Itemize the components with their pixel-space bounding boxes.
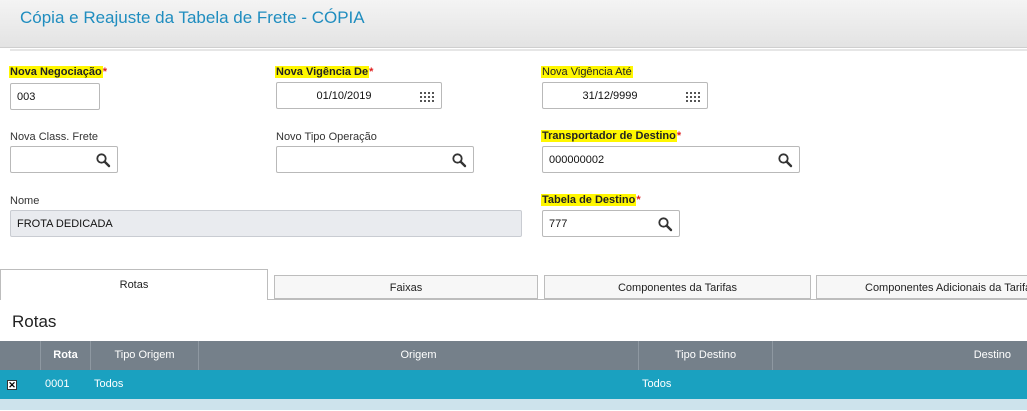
column-origem[interactable]: Origem	[199, 341, 639, 370]
search-icon[interactable]	[777, 152, 793, 168]
nova-class-frete-field[interactable]	[10, 146, 118, 173]
nova-vigencia-de-label: Nova Vigência De*	[275, 66, 374, 78]
cell-tipo-destino: Todos	[642, 378, 672, 390]
tabela-destino-field[interactable]: 777	[542, 210, 680, 237]
tab-componentes-tarifas[interactable]: Componentes da Tarifas	[544, 275, 811, 299]
cell-rota: 0001	[45, 378, 70, 390]
search-icon[interactable]	[657, 216, 673, 232]
nova-negociacao-label: Nova Negociação*	[9, 66, 107, 78]
search-icon[interactable]	[451, 152, 467, 168]
transportador-destino-field[interactable]: 000000002	[542, 146, 800, 173]
transportador-destino-label: Transportador de Destino*	[541, 130, 682, 142]
column-tipo-origem[interactable]: Tipo Origem	[91, 341, 199, 370]
column-tipo-destino[interactable]: Tipo Destino	[639, 341, 773, 370]
nova-class-frete-label: Nova Class. Frete	[10, 131, 99, 143]
rotas-title: Rotas	[12, 312, 57, 331]
table-row-empty	[0, 399, 1027, 410]
nova-vigencia-ate-label: Nova Vigência Até	[541, 66, 633, 78]
tab-rotas[interactable]: Rotas	[0, 269, 268, 300]
table-row[interactable]: ✕ 0001 Todos Todos	[0, 370, 1027, 399]
tab-componentes-adicionais[interactable]: Componentes Adicionais da Tarifa	[816, 275, 1027, 299]
search-icon[interactable]	[95, 152, 111, 168]
nome-field: FROTA DEDICADA	[10, 210, 522, 237]
cell-tipo-origem: Todos	[94, 378, 124, 390]
tab-faixas[interactable]: Faixas	[274, 275, 538, 299]
grid-select-column	[0, 341, 41, 370]
header-divider	[10, 49, 1027, 51]
nova-vigencia-ate-field[interactable]: 31/12/9999	[542, 82, 708, 109]
grid-header: Rota Tipo Origem Origem Tipo Destino Des…	[0, 341, 1027, 370]
tabela-destino-label: Tabela de Destino*	[541, 194, 641, 206]
calendar-icon[interactable]	[420, 90, 434, 102]
novo-tipo-operacao-field[interactable]	[276, 146, 474, 173]
nova-negociacao-field[interactable]: 003	[10, 83, 100, 110]
row-select-checkbox[interactable]: ✕	[7, 380, 17, 390]
nome-label: Nome	[10, 195, 40, 207]
window-title: Cópia e Reajuste da Tabela de Frete - CÓ…	[20, 8, 365, 27]
window-header: Cópia e Reajuste da Tabela de Frete - CÓ…	[0, 0, 1027, 48]
column-destino[interactable]: Destino	[773, 341, 1027, 370]
calendar-icon[interactable]	[686, 90, 700, 102]
column-rota[interactable]: Rota	[41, 341, 91, 370]
novo-tipo-operacao-label: Novo Tipo Operação	[276, 131, 377, 143]
nova-vigencia-de-field[interactable]: 01/10/2019	[276, 82, 442, 109]
